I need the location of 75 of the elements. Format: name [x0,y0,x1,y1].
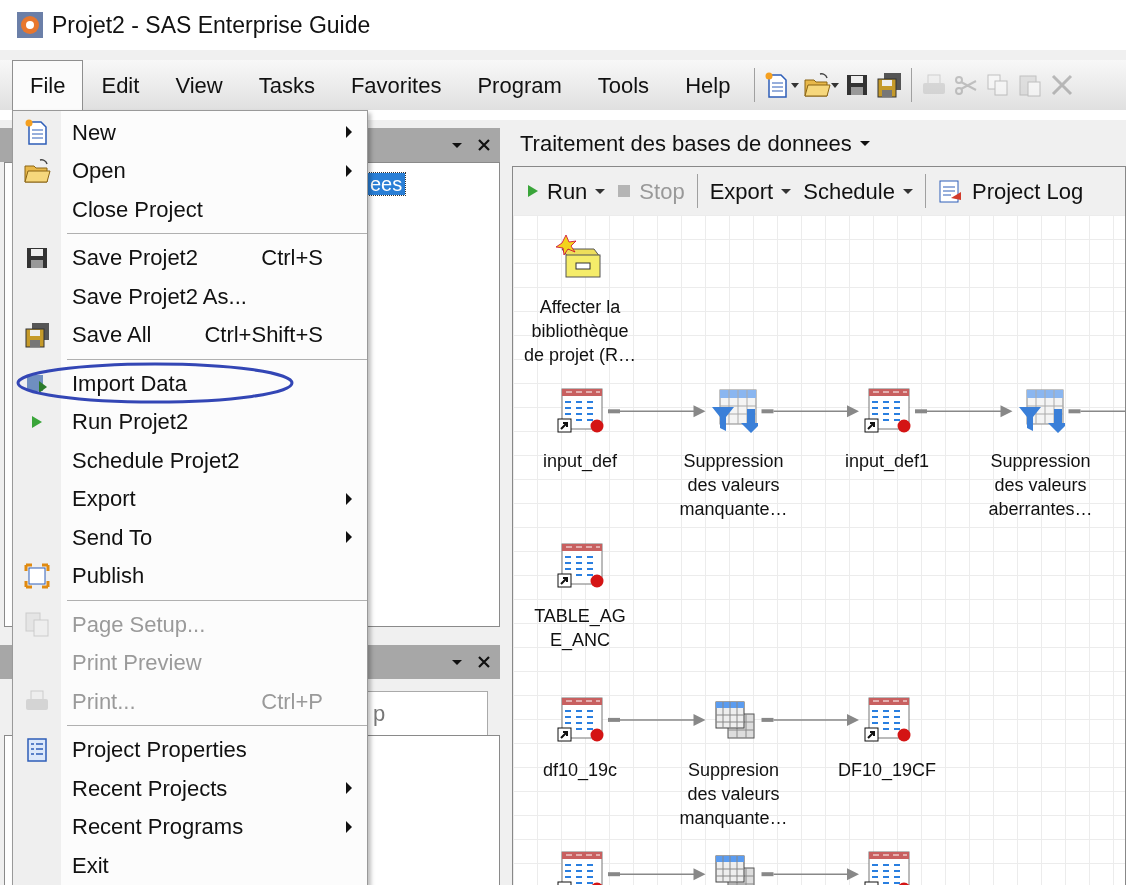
menu-item[interactable]: Save Projet2 Ctrl+S [13,238,367,277]
node-label: DF10_19CF [837,758,936,782]
window-title: Projet2 - SAS Enterprise Guide [52,10,371,40]
close-icon[interactable] [478,139,490,151]
open-icon [23,156,51,185]
toolbar-button[interactable]: Project Log [931,171,1090,211]
node-label: Suppresion des valeurs manquante… [679,758,788,830]
menu-item[interactable]: Recent Projects [13,769,367,808]
node-label: Affecter la bibliothèque de projet (R… [523,296,636,367]
menu-item[interactable]: Open [13,151,367,190]
dataset-icon[interactable] [556,850,604,885]
menu-item[interactable]: Export [13,479,367,518]
dataset-icon[interactable] [556,387,604,436]
menu-item[interactable]: Send To [13,518,367,557]
submenu-arrow-icon [345,820,353,833]
submenu-arrow-icon [345,164,353,177]
menu-item[interactable]: Recent Programs [13,807,367,846]
dropdown-icon[interactable] [452,140,462,150]
tree-item[interactable]: ees [367,173,406,195]
close-icon[interactable] [478,656,490,668]
dataset-icon[interactable] [863,850,911,885]
menu-item[interactable]: Save All Ctrl+Shift+S [13,315,367,354]
node-label: input_def [542,450,618,474]
open-icon [803,71,832,99]
node-label: input_def1 [844,450,930,474]
stop-icon [617,184,632,198]
caret-icon [902,186,913,196]
dropdown-icon[interactable] [859,138,870,148]
menu-item[interactable]: Tasks [240,60,333,110]
menu-item[interactable]: New [13,113,367,152]
menu-item[interactable]: Exit [13,846,367,885]
toolbar-button[interactable]: Run [521,171,612,211]
menu-item[interactable]: Tools [579,60,668,110]
toolbar-button[interactable]: Schedule [797,171,919,211]
caret-icon [781,186,792,196]
submenu-arrow-icon [345,126,353,139]
dataset-icon[interactable] [556,695,604,744]
library-icon[interactable] [556,233,604,281]
caret-icon [595,186,606,196]
dataset-icon[interactable] [863,695,911,744]
dataset-icon[interactable] [863,387,911,436]
menu-item[interactable]: Publish [13,556,367,595]
node-label: TABLE_AG E_ANC [534,604,626,652]
save-all-icon [23,320,51,349]
menu-item[interactable]: Edit [83,60,158,110]
play-icon [527,183,539,199]
log-icon [937,178,964,204]
menu-item[interactable]: Close Project [13,190,367,229]
caret-icon [791,82,800,88]
node-label: df10_19c [542,758,618,782]
toolbar-button[interactable]: Export [703,171,798,211]
menu-item[interactable]: Run Projet2 [13,402,367,441]
submenu-arrow-icon [345,492,353,505]
page-setup-icon [23,610,51,639]
caret-icon [831,82,840,88]
filter-icon[interactable] [709,387,758,436]
menu-item[interactable]: Favorites [332,60,460,110]
menu-item[interactable]: Save Projet2 As... [13,277,367,316]
menu-item[interactable]: View [157,60,241,110]
dropdown-icon[interactable] [452,657,462,667]
menu-item[interactable]: Program [459,60,580,110]
publish-icon [23,561,51,590]
submenu-arrow-icon [345,531,353,544]
menu-item[interactable]: File [12,60,84,110]
node-label: Suppression des valeurs manquante… [679,450,788,522]
dataset-icon[interactable] [556,541,604,590]
filter-icon[interactable] [1016,387,1065,436]
submenu-arrow-icon [345,782,353,795]
app-icon [16,11,44,39]
menu-item[interactable]: Schedule Projet2 [13,441,367,480]
menu-item[interactable]: Help [667,60,749,110]
flow-title: Traitement des bases de donnees [520,129,852,158]
menu-item[interactable]: Import Data [13,364,367,403]
save-all-icon [875,71,904,99]
node-label: Suppression des valeurs aberrantes… [988,450,1093,522]
